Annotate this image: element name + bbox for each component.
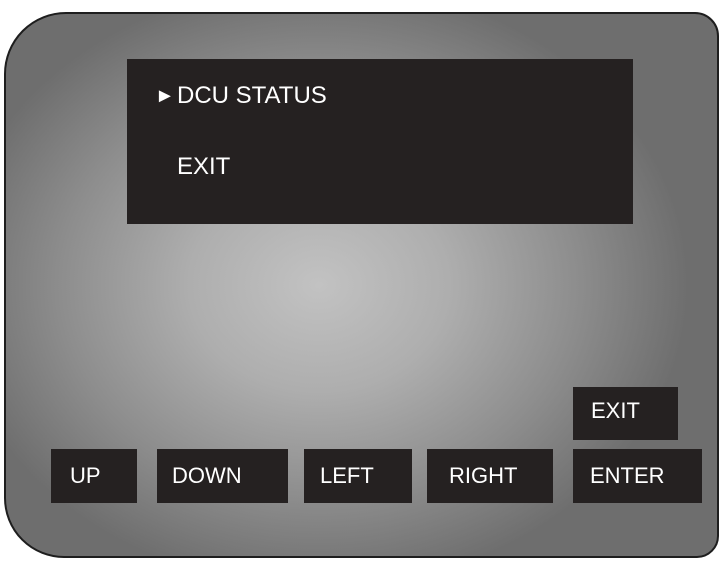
menu-item-exit[interactable]: EXIT xyxy=(177,153,230,181)
up-button[interactable]: UP xyxy=(51,449,137,503)
right-button[interactable]: RIGHT xyxy=(427,449,553,503)
exit-button[interactable]: EXIT xyxy=(573,387,678,440)
menu-item-dcu-status[interactable]: ►DCU STATUS xyxy=(155,82,327,110)
control-panel: ►DCU STATUS EXIT EXIT UP DOWN LEFT RIGHT… xyxy=(4,12,719,558)
menu-item-label: EXIT xyxy=(177,153,231,180)
left-button[interactable]: LEFT xyxy=(304,449,412,503)
selection-arrow-icon: ► xyxy=(155,85,175,107)
menu-item-label: DCU STATUS xyxy=(177,82,327,109)
down-button[interactable]: DOWN xyxy=(157,449,288,503)
enter-button[interactable]: ENTER xyxy=(573,449,702,503)
display-screen: ►DCU STATUS EXIT xyxy=(127,59,633,224)
